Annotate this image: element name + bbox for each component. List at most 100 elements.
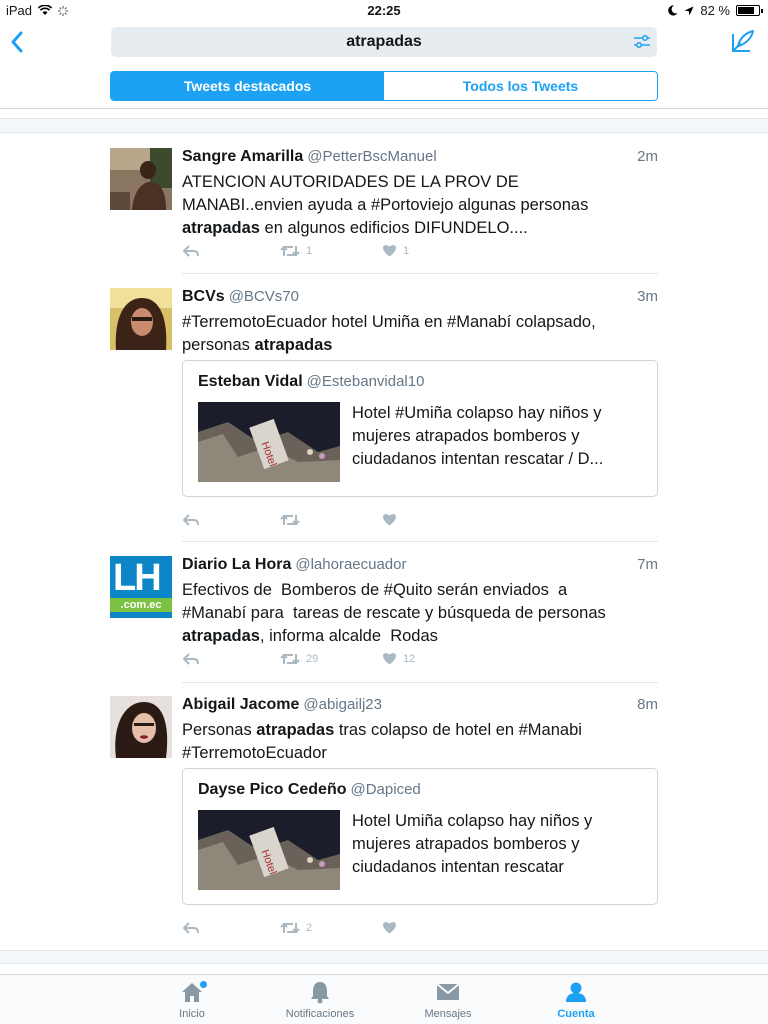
like-button[interactable]: 1 <box>382 244 409 257</box>
avatar-logo-subtext: .com.ec <box>110 598 172 612</box>
avatar-logo-text: LH <box>113 557 162 599</box>
quoted-text-line: Hotel Umiña colapso hay niños y <box>352 812 593 830</box>
avatar[interactable] <box>110 148 172 210</box>
tab-label: Inicio <box>179 1008 205 1020</box>
clock: 22:25 <box>367 3 401 18</box>
status-bar: iPad 22:25 82 % <box>0 0 768 20</box>
like-button[interactable]: 12 <box>382 652 415 665</box>
tweet-item[interactable]: BCVs @BCVs70 3m #TerremotoEcuador hotel U… <box>110 288 658 533</box>
battery-icon <box>736 5 763 16</box>
like-count: 1 <box>403 244 410 257</box>
reply-button[interactable] <box>182 921 200 935</box>
tweet-item[interactable]: Abigail Jacome @abigailj23 8m Personas at… <box>110 696 658 941</box>
tweet-text-line: #Manabí para tareas de rescate y búsqued… <box>182 602 658 625</box>
divider <box>0 108 768 109</box>
tab-home[interactable]: Inicio <box>142 979 242 1020</box>
retweet-button[interactable] <box>280 513 306 527</box>
quoted-author-name: Dayse Pico Cedeño <box>198 781 347 798</box>
text-segment: , informa alcalde Rodas <box>259 627 438 645</box>
retweet-icon <box>280 514 300 526</box>
divider <box>182 541 658 542</box>
quoted-media-thumbnail[interactable]: Hotel <box>198 810 340 890</box>
search-query: atrapadas <box>346 33 422 50</box>
tweet-text-line: personas atrapadas <box>182 334 658 357</box>
retweet-button[interactable]: 29 <box>280 652 318 666</box>
tweet-actions: 2 <box>182 921 658 939</box>
tweet-text-line: MANABI..envien ayuda a #Portoviejo algun… <box>182 194 658 217</box>
tab-notifications[interactable]: Notificaciones <box>270 979 370 1020</box>
tab-top-tweets[interactable]: Tweets destacados <box>111 72 384 100</box>
reply-icon <box>183 245 199 257</box>
quoted-text-line: ciudadanos intentan rescatar <box>352 858 564 876</box>
reply-button[interactable] <box>182 513 200 527</box>
tweet-timestamp: 2m <box>637 148 658 165</box>
tab-label: Mensajes <box>424 1008 472 1020</box>
tweet-timestamp: 8m <box>637 696 658 713</box>
tweet-item[interactable]: LH .com.ec Diario La Hora @lahoraecuador … <box>110 556 658 676</box>
quoted-author-name: Esteban Vidal <box>198 373 303 390</box>
tab-label: Cuenta <box>557 1008 595 1020</box>
text-segment: #Manabí para tareas de rescate y búsqued… <box>182 604 606 622</box>
tweet-timestamp: 7m <box>637 556 658 573</box>
retweet-icon <box>280 245 300 257</box>
quoted-tweet[interactable]: Esteban Vidal @Estebanvidal10 Hotel Hotel… <box>182 360 658 497</box>
tab-account[interactable]: Cuenta <box>526 979 626 1020</box>
reply-icon <box>183 514 199 526</box>
highlighted-term: atrapadas <box>254 336 333 354</box>
section-gap <box>0 950 768 964</box>
search-header: atrapadas Tweets destacados Todos los Tw… <box>0 20 768 110</box>
tweet-text-line: #TerremotoEcuador <box>182 742 658 765</box>
reply-button[interactable] <box>182 244 200 258</box>
timeline-filter-segment: Tweets destacados Todos los Tweets <box>110 71 658 101</box>
like-count: 12 <box>403 652 416 665</box>
search-input[interactable]: atrapadas <box>111 27 657 57</box>
tweet-text: ATENCION AUTORIDADES DE LA PROV DE MANABI… <box>182 171 658 240</box>
retweet-count: 1 <box>306 245 313 257</box>
avatar[interactable] <box>110 288 172 350</box>
avatar[interactable] <box>110 696 172 758</box>
tweet-author-name[interactable]: BCVs <box>182 288 225 305</box>
tab-messages[interactable]: Mensajes <box>398 979 498 1020</box>
heart-icon <box>383 922 396 934</box>
tweet-text-line: Efectivos de Bomberos de #Quito serán en… <box>182 579 658 602</box>
retweet-button[interactable]: 1 <box>280 244 312 258</box>
text-segment: MANABI..envien ayuda a #Portoviejo algun… <box>182 196 589 214</box>
tab-label: Notificaciones <box>285 1008 355 1020</box>
tweet-actions <box>182 513 658 531</box>
tweet-author-name[interactable]: Sangre Amarilla <box>182 148 303 165</box>
avatar[interactable]: LH .com.ec <box>110 556 172 618</box>
filter-sliders-icon[interactable] <box>633 34 651 50</box>
divider <box>182 682 658 683</box>
quoted-text-line: Hotel #Umiña colapso hay niños y <box>352 404 602 422</box>
highlighted-term: atrapadas <box>256 721 335 739</box>
highlighted-term: atrapadas <box>182 627 260 645</box>
compose-tweet-button[interactable] <box>730 28 756 54</box>
tweet-author-handle[interactable]: @PetterBscManuel <box>307 148 436 165</box>
tweet-author-handle[interactable]: @lahoraecuador <box>295 556 406 573</box>
tweet-item[interactable]: Sangre Amarilla @PetterBscManuel 2m ATENC… <box>110 148 658 268</box>
tweet-text-line: Personas atrapadas tras colapso de hotel… <box>182 719 658 742</box>
tweet-author-name[interactable]: Diario La Hora <box>182 556 291 573</box>
reply-button[interactable] <box>182 652 200 666</box>
retweet-count: 29 <box>306 653 319 665</box>
tweet-author-handle[interactable]: @BCVs70 <box>229 288 299 305</box>
tweet-actions: 29 12 <box>182 652 658 670</box>
section-gap <box>0 118 768 133</box>
tweet-author-handle[interactable]: @abigailj23 <box>303 696 382 713</box>
text-segment: #TerremotoEcuador <box>182 744 327 762</box>
tab-all-tweets[interactable]: Todos los Tweets <box>384 72 657 100</box>
quoted-tweet[interactable]: Dayse Pico Cedeño @Dapiced Hotel Hotel Um… <box>182 768 658 905</box>
retweet-icon <box>280 922 300 934</box>
like-button[interactable] <box>382 513 403 526</box>
tweet-timestamp: 3m <box>637 288 658 305</box>
retweet-button[interactable]: 2 <box>280 921 312 935</box>
text-segment: personas <box>182 336 255 354</box>
quoted-text-line: mujeres atrapados bomberos y <box>352 835 580 853</box>
envelope-icon <box>436 983 460 1000</box>
like-button[interactable] <box>382 921 403 934</box>
tweet-author-name[interactable]: Abigail Jacome <box>182 696 299 713</box>
quoted-text-line: ciudadanos intentan rescatar / D... <box>352 450 604 468</box>
back-button[interactable] <box>6 28 28 56</box>
quoted-media-thumbnail[interactable]: Hotel <box>198 402 340 482</box>
tweet-text-line: atrapadas, informa alcalde Rodas <box>182 625 658 648</box>
